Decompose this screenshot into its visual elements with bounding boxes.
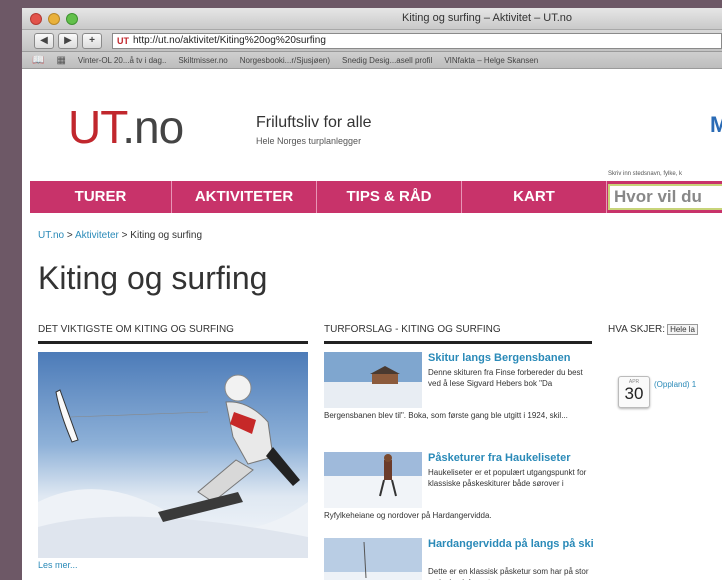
title-bar: Kiting og surfing – Aktivitet – UT.no [22, 8, 722, 30]
arm [266, 447, 300, 486]
article-excerpt: Haukeliseter er et populært utgangspunkt… [428, 468, 587, 488]
region-select[interactable]: Hele la [667, 324, 698, 335]
snowboarder-photo [38, 374, 308, 558]
column-heading-trips: TURFORSLAG - KITING OG SURFING [324, 324, 592, 344]
column-heading-events: HVA SKJER: Hele la [608, 324, 722, 341]
list-item[interactable]: Hardangervidda på langs på ski Dette er … [324, 538, 594, 580]
nav-item-tips[interactable]: TIPS & RÅD [317, 181, 462, 213]
browser-window: Kiting og surfing – Aktivitet – UT.no ◀ … [22, 8, 722, 580]
book-icon[interactable]: 📖 [32, 55, 44, 66]
nav-item-aktiviteter[interactable]: AKTIVITETER [172, 181, 317, 213]
hero-image[interactable] [38, 352, 308, 558]
article-excerpt-cont: Ryfylkeheiane og nordover på Hardangervi… [324, 511, 492, 520]
breadcrumb-current: Kiting og surfing [130, 230, 203, 241]
partner-logo[interactable]: M [710, 112, 722, 138]
browser-toolbar: ◀ ▶ + UT http://ut.no/aktivitet/Kiting%2… [22, 30, 722, 52]
column-heading-essentials: DET VIKTIGSTE OM KITING OG SURFING [38, 324, 308, 344]
kite-line [69, 411, 209, 418]
bookmark-item[interactable]: VINfakta – Helge Skansen [444, 56, 538, 65]
snow-foreground [38, 516, 308, 558]
breadcrumb-separator: > [118, 230, 131, 241]
event-link[interactable]: (Oppland) 1 [654, 380, 696, 389]
address-bar[interactable]: UT http://ut.no/aktivitet/Kiting%20og%20… [112, 32, 722, 49]
article-thumbnail [324, 352, 422, 408]
breadcrumb-separator: > [64, 230, 75, 241]
forward-button[interactable]: ▶ [58, 32, 78, 49]
site-logo[interactable]: UT.no [68, 100, 184, 154]
site-tagline: Friluftsliv for alle [256, 114, 372, 131]
site-subtagline: Hele Norges turplanlegger [256, 136, 362, 146]
events-heading-label: HVA SKJER: [608, 324, 666, 335]
search-input[interactable]: Hvor vil du [608, 184, 722, 210]
nav-item-kart[interactable]: KART [462, 181, 607, 213]
grid-icon[interactable]: ▦ [56, 55, 65, 66]
logo-suffix: .no [122, 101, 184, 153]
page-title: Kiting og surfing [38, 260, 268, 296]
logo-main: UT [68, 101, 123, 153]
kite [55, 389, 79, 443]
breadcrumb-section[interactable]: Aktiviteter [75, 230, 119, 241]
article-excerpt: Denne skituren fra Finse forbereder du b… [428, 368, 583, 388]
helmet [224, 374, 252, 402]
article-thumbnail [324, 538, 422, 580]
breadcrumb-home[interactable]: UT.no [38, 230, 64, 241]
bookmark-item[interactable]: Skiltmisser.no [178, 56, 227, 65]
window-title: Kiting og surfing – Aktivitet – UT.no [402, 12, 572, 24]
bookmark-item[interactable]: Vinter-OL 20...å tv i dag.. [78, 56, 167, 65]
add-bookmark-button[interactable]: + [82, 32, 102, 49]
back-button[interactable]: ◀ [34, 32, 54, 49]
bookmark-item[interactable]: Snedig Desig...asell profil [342, 56, 432, 65]
article-title[interactable]: Skitur langs Bergensbanen [428, 352, 594, 365]
read-more-link[interactable]: Les mer... [38, 560, 78, 570]
event-day: 30 [624, 384, 644, 403]
bookmarks-bar: 📖 ▦ Vinter-OL 20...å tv i dag.. Skiltmis… [22, 52, 722, 69]
web-page: UT.no Friluftsliv for alle Hele Norges t… [22, 70, 722, 580]
article-thumbnail [324, 452, 422, 508]
article-title[interactable]: Påsketurer fra Haukeliseter [428, 452, 594, 465]
address-url: http://ut.no/aktivitet/Kiting%20og%20sur… [133, 34, 326, 46]
nav-item-turer[interactable]: TURER [30, 181, 172, 213]
site-favicon: UT [117, 35, 129, 46]
jacket [225, 401, 274, 465]
event-date-badge[interactable]: APR 30 [618, 376, 650, 408]
snowboard [158, 492, 243, 522]
article-title[interactable]: Hardangervidda på langs på ski [428, 538, 594, 551]
bookmark-item[interactable]: Norgesbooki...r/Sjusjøen) [240, 56, 330, 65]
breadcrumb: UT.no > Aktiviteter > Kiting og surfing [38, 230, 202, 241]
list-item[interactable]: Påsketurer fra Haukeliseter Haukeliseter… [324, 452, 594, 532]
list-item[interactable]: Skitur langs Bergensbanen Denne skituren… [324, 352, 594, 442]
search-hint: Skriv inn stedsnavn, fylke, k [608, 171, 683, 177]
article-excerpt: Dette er en klassisk påsketur som har på… [428, 567, 589, 580]
article-excerpt-cont: Bergensbanen blev til". Boka, som første… [324, 411, 568, 420]
